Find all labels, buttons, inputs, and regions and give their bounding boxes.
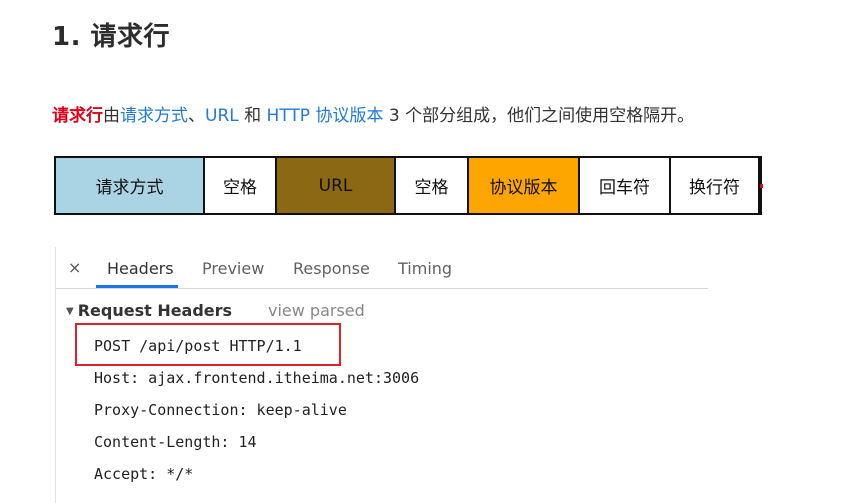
diagram-cell-carriage-return: 回车符 (580, 158, 671, 213)
diagram-cell-url: URL (277, 158, 396, 213)
text-segment: 3 个部分组成，他们之间使用空格隔开。 (383, 106, 695, 126)
header-line-proxy-connection: Proxy-Connection: keep-alive (94, 401, 347, 419)
devtools-network-panel: × Headers Preview Response Timing ▼ Reque… (55, 247, 708, 503)
collapse-triangle-icon[interactable]: ▼ (66, 306, 74, 317)
diagram-cell-line-feed: 换行符 (671, 158, 760, 213)
view-parsed-link[interactable]: view parsed (268, 301, 365, 320)
header-line-content-length: Content-Length: 14 (94, 433, 257, 451)
diagram-cell-label: 换行符 (689, 178, 740, 198)
header-line-host: Host: ajax.frontend.itheima.net:3006 (94, 369, 420, 387)
tab-headers[interactable]: Headers (107, 259, 174, 278)
request-headers-section[interactable]: ▼ Request Headers view parsed (66, 301, 365, 320)
description-paragraph: 请求行由请求方式、URL 和 HTTP 协议版本 3 个部分组成，他们之间使用空… (52, 101, 694, 126)
diagram-cell-label: 协议版本 (489, 178, 558, 198)
diagram-cell-label: URL (318, 175, 353, 196)
close-icon[interactable]: × (68, 258, 81, 277)
page-heading: 1. 请求行 (52, 22, 171, 52)
diagram-cell-label: 回车符 (599, 178, 650, 198)
active-tab-indicator (96, 285, 178, 288)
term-request-method: 请求方式 (120, 106, 188, 126)
term-http-version: HTTP 协议版本 (266, 106, 384, 126)
tab-response[interactable]: Response (293, 259, 370, 278)
diagram-cell-label: 请求方式 (95, 178, 164, 198)
tab-preview[interactable]: Preview (202, 259, 264, 278)
diagram-cell-space: 空格 (396, 158, 469, 213)
diagram-cell-label: 空格 (223, 178, 257, 198)
devtools-tab-bar: × Headers Preview Response Timing (56, 247, 708, 289)
section-title: Request Headers (77, 301, 233, 320)
header-line-accept: Accept: */* (94, 465, 194, 483)
tab-timing[interactable]: Timing (398, 259, 452, 278)
text-segment: 由 (103, 106, 120, 126)
diagram-cell-space: 空格 (205, 158, 277, 213)
header-line-request-line: POST /api/post HTTP/1.1 (94, 337, 302, 355)
text-segment: 和 (238, 106, 267, 126)
text-segment: 、 (188, 106, 205, 126)
diagram-cell-method: 请求方式 (56, 158, 205, 213)
term-request-line: 请求行 (52, 106, 103, 126)
diagram-marker (760, 184, 763, 188)
diagram-cell-protocol-version: 协议版本 (469, 158, 580, 213)
request-line-diagram: 请求方式 空格 URL 空格 协议版本 回车符 换行符 (54, 156, 763, 215)
diagram-cell-label: 空格 (414, 178, 449, 198)
term-url: URL (205, 106, 239, 126)
